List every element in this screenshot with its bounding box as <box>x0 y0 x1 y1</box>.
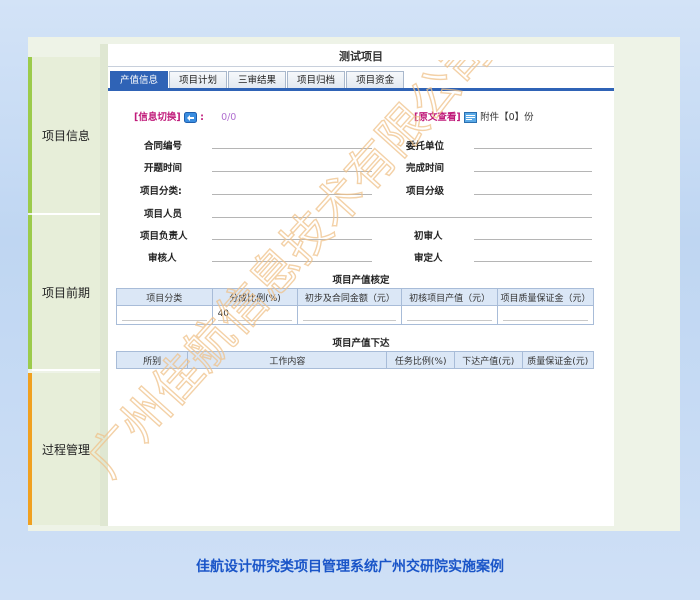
original-view: [原文查看] 附件【0】份 <box>414 109 534 123</box>
switch-icon[interactable] <box>183 111 197 123</box>
client-label: 委托单位 <box>406 141 445 152</box>
table-row: 40 <box>116 305 594 325</box>
table-header: 初核项目产值（元） <box>401 288 499 306</box>
contract-no-label: 合同编号 <box>144 141 183 152</box>
sidebar-divider <box>32 369 100 371</box>
attachment-count: 附件【0】份 <box>480 112 534 123</box>
tab-project-archive[interactable]: 项目归档 <box>287 71 346 89</box>
sidebar-item-process-management[interactable]: 过程管理 <box>28 373 100 525</box>
table-header-row: 项目分类 分成比例(%) 初步及合同金额（元） 初核项目产值（元） 项目质量保证… <box>116 288 594 306</box>
table-header: 工作内容 <box>187 351 388 369</box>
table-header: 项目质量保证金（元） <box>497 288 594 306</box>
tab-value-info[interactable]: 产值信息 <box>110 71 169 89</box>
project-level-label: 项目分级 <box>406 186 445 197</box>
value-check-table: 项目分类 分成比例(%) 初步及合同金额（元） 初核项目产值（元） 项目质量保证… <box>116 288 594 325</box>
value-issue-title: 项目产值下达 <box>332 338 390 349</box>
info-toggle-separator: : <box>200 112 204 123</box>
leader-label: 项目负责人 <box>140 231 188 242</box>
category-input[interactable] <box>122 309 207 321</box>
finish-time-field[interactable] <box>474 171 592 172</box>
main-content: 测试项目 产值信息 项目计划 三审结果 项目归档 项目资金 [信息切换] : 0… <box>108 44 614 526</box>
table-cell[interactable] <box>497 305 594 325</box>
sidebar-item-label: 项目信息 <box>41 128 90 143</box>
table-header: 分成比例(%) <box>211 288 299 306</box>
project-category-field[interactable] <box>212 194 372 195</box>
tab-project-funds[interactable]: 项目资金 <box>346 71 405 89</box>
quality-deposit-input[interactable] <box>503 309 588 321</box>
caption: 佳航设计研究类项目管理系统广州交研院实施案例 <box>196 559 504 575</box>
initial-value-input[interactable] <box>407 309 493 321</box>
start-time-label: 开题时间 <box>144 163 183 174</box>
sidebar: 项目信息 项目前期 过程管理 <box>28 57 100 529</box>
sidebar-item-pre-project[interactable]: 项目前期 <box>28 215 100 369</box>
value-issue-table: 所别 工作内容 任务比例(%) 下达产值(元) 质量保证金(元) <box>115 351 595 369</box>
finish-time-label: 完成时间 <box>406 163 445 174</box>
info-toggle: [信息切换] : 0/0 <box>134 109 236 123</box>
table-header: 任务比例(%) <box>386 351 455 369</box>
sidebar-item-project-info[interactable]: 项目信息 <box>28 57 100 213</box>
page-title: 测试项目 <box>339 50 383 63</box>
info-toggle-link[interactable]: [信息切换] <box>134 112 181 123</box>
leader-field[interactable] <box>212 239 372 240</box>
divider <box>108 66 614 67</box>
contract-amount-input[interactable] <box>303 309 397 321</box>
table-header: 所别 <box>115 351 189 369</box>
table-header: 下达产值(元) <box>453 351 523 369</box>
reviewer-label: 审核人 <box>148 253 177 264</box>
project-category-label: 项目分类: <box>140 186 182 197</box>
first-reviewer-field[interactable] <box>474 239 592 240</box>
first-reviewer-label: 初审人 <box>414 231 443 242</box>
table-header: 质量保证金(元) <box>521 351 595 369</box>
start-time-field[interactable] <box>212 171 372 172</box>
table-cell[interactable] <box>401 305 499 325</box>
members-label: 项目人员 <box>144 209 183 220</box>
sidebar-item-label: 项目前期 <box>41 285 90 300</box>
project-level-field[interactable] <box>474 194 592 195</box>
reviewer-field[interactable] <box>212 261 372 262</box>
approver-field[interactable] <box>474 261 592 262</box>
ratio-input[interactable]: 40 <box>217 309 293 321</box>
tab-underline <box>108 88 614 91</box>
content-border <box>100 44 108 526</box>
table-cell[interactable]: 40 <box>211 305 299 325</box>
table-header: 初步及合同金额（元） <box>297 288 403 306</box>
table-cell[interactable] <box>116 305 213 325</box>
sidebar-item-label: 过程管理 <box>41 442 90 457</box>
client-field[interactable] <box>474 148 592 149</box>
approver-label: 审定人 <box>414 253 443 264</box>
contract-no-field[interactable] <box>212 148 372 149</box>
original-view-link[interactable]: [原文查看] <box>414 112 461 123</box>
document-icon[interactable] <box>463 111 477 123</box>
tab-project-plan[interactable]: 项目计划 <box>169 71 228 89</box>
tab-review-results[interactable]: 三审结果 <box>228 71 287 89</box>
tab-bar: 产值信息 项目计划 三审结果 项目归档 项目资金 <box>110 71 405 89</box>
table-cell[interactable] <box>297 305 403 325</box>
value-check-title: 项目产值核定 <box>332 275 390 286</box>
table-header-row: 所别 工作内容 任务比例(%) 下达产值(元) 质量保证金(元) <box>115 351 595 369</box>
info-toggle-value: 0/0 <box>221 112 237 123</box>
table-header: 项目分类 <box>116 288 213 306</box>
members-field[interactable] <box>212 217 592 218</box>
